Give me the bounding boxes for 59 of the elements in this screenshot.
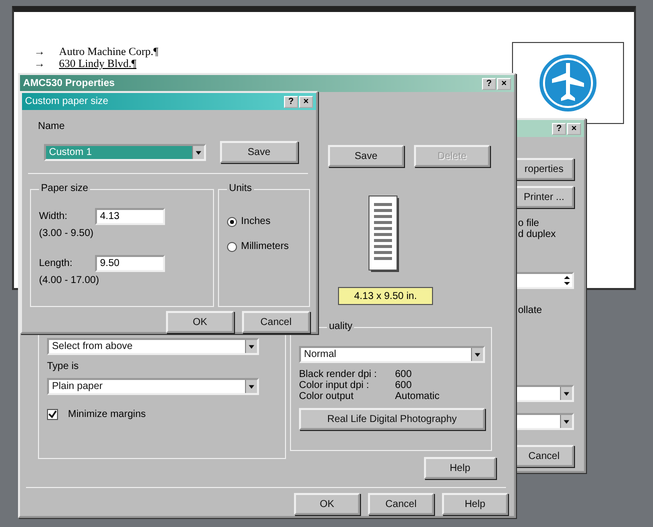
checkbox[interactable] <box>47 409 58 420</box>
cancel-button[interactable]: Cancel <box>242 311 310 333</box>
printer-button[interactable]: Printer ... <box>514 186 574 208</box>
radio-button[interactable] <box>227 242 237 252</box>
info-value: 600 <box>395 369 412 380</box>
group-label: Paper size <box>39 183 90 194</box>
copies-spinner[interactable] <box>514 272 574 289</box>
quality-dropdown[interactable]: Normal <box>299 346 485 363</box>
range-label: (4.00 - 17.00) <box>39 275 100 286</box>
properties-button[interactable]: roperties <box>514 158 574 180</box>
tab-mark: → <box>34 46 45 58</box>
ok-button[interactable]: OK <box>294 493 360 515</box>
photography-button[interactable]: Real Life Digital Photography <box>299 408 485 430</box>
help-button[interactable]: ? <box>482 78 496 90</box>
radio-label: Inches <box>241 216 270 227</box>
save-button[interactable]: Save <box>328 145 404 167</box>
type-label: Type is <box>47 361 80 372</box>
field-label: Length: <box>39 258 74 269</box>
input-field[interactable]: 4.13 <box>95 208 165 225</box>
help-button[interactable]: Help <box>424 457 496 479</box>
name-label: Name <box>38 121 65 132</box>
collate-label: ollate <box>518 305 542 316</box>
close-button[interactable]: × <box>497 78 511 90</box>
help-button[interactable]: Help <box>442 493 508 515</box>
tab-mark: → <box>34 58 45 70</box>
spin-arrows-icon[interactable] <box>562 274 572 287</box>
close-button[interactable]: × <box>299 96 313 108</box>
checkbox-label: Minimize margins <box>68 409 146 420</box>
paper-preview-icon <box>368 195 400 273</box>
info-label: Color output <box>299 391 354 402</box>
radio-button[interactable] <box>227 216 237 226</box>
option-label: o file <box>518 218 540 229</box>
window-title: AMC530 Properties <box>23 78 115 89</box>
info-value: 600 <box>395 380 412 391</box>
document-text: 630 Lindy Blvd.¶ <box>59 58 136 70</box>
paper-source-dropdown[interactable]: Select from above <box>47 338 259 355</box>
info-label: Color input dpi : <box>299 380 370 391</box>
cancel-button[interactable]: Cancel <box>368 493 434 515</box>
group-label: uality <box>327 321 354 332</box>
help-button[interactable]: ? <box>552 122 566 134</box>
field-label: Width: <box>39 211 68 222</box>
ok-button[interactable]: OK <box>166 311 234 333</box>
close-button[interactable]: × <box>567 122 581 134</box>
paper-size-label: 4.13 x 9.50 in. <box>338 287 433 305</box>
dropdown[interactable] <box>514 413 574 430</box>
option-label: d duplex <box>518 229 556 240</box>
range-label: (3.00 - 9.50) <box>39 228 94 239</box>
window-title: Custom paper size <box>25 96 108 107</box>
radio-label: Millimeters <box>241 241 289 252</box>
document-text: Autro Machine Corp.¶ <box>59 46 158 58</box>
input-field[interactable]: 9.50 <box>95 255 165 272</box>
group-label: Units <box>227 183 254 194</box>
dropdown[interactable] <box>514 385 574 402</box>
paper-type-dropdown[interactable]: Plain paper <box>47 378 259 395</box>
help-button[interactable]: ? <box>284 96 298 108</box>
save-button[interactable]: Save <box>220 141 298 163</box>
cancel-button[interactable]: Cancel <box>514 445 574 467</box>
info-value: Automatic <box>395 391 440 402</box>
info-label: Black render dpi : <box>299 369 378 380</box>
